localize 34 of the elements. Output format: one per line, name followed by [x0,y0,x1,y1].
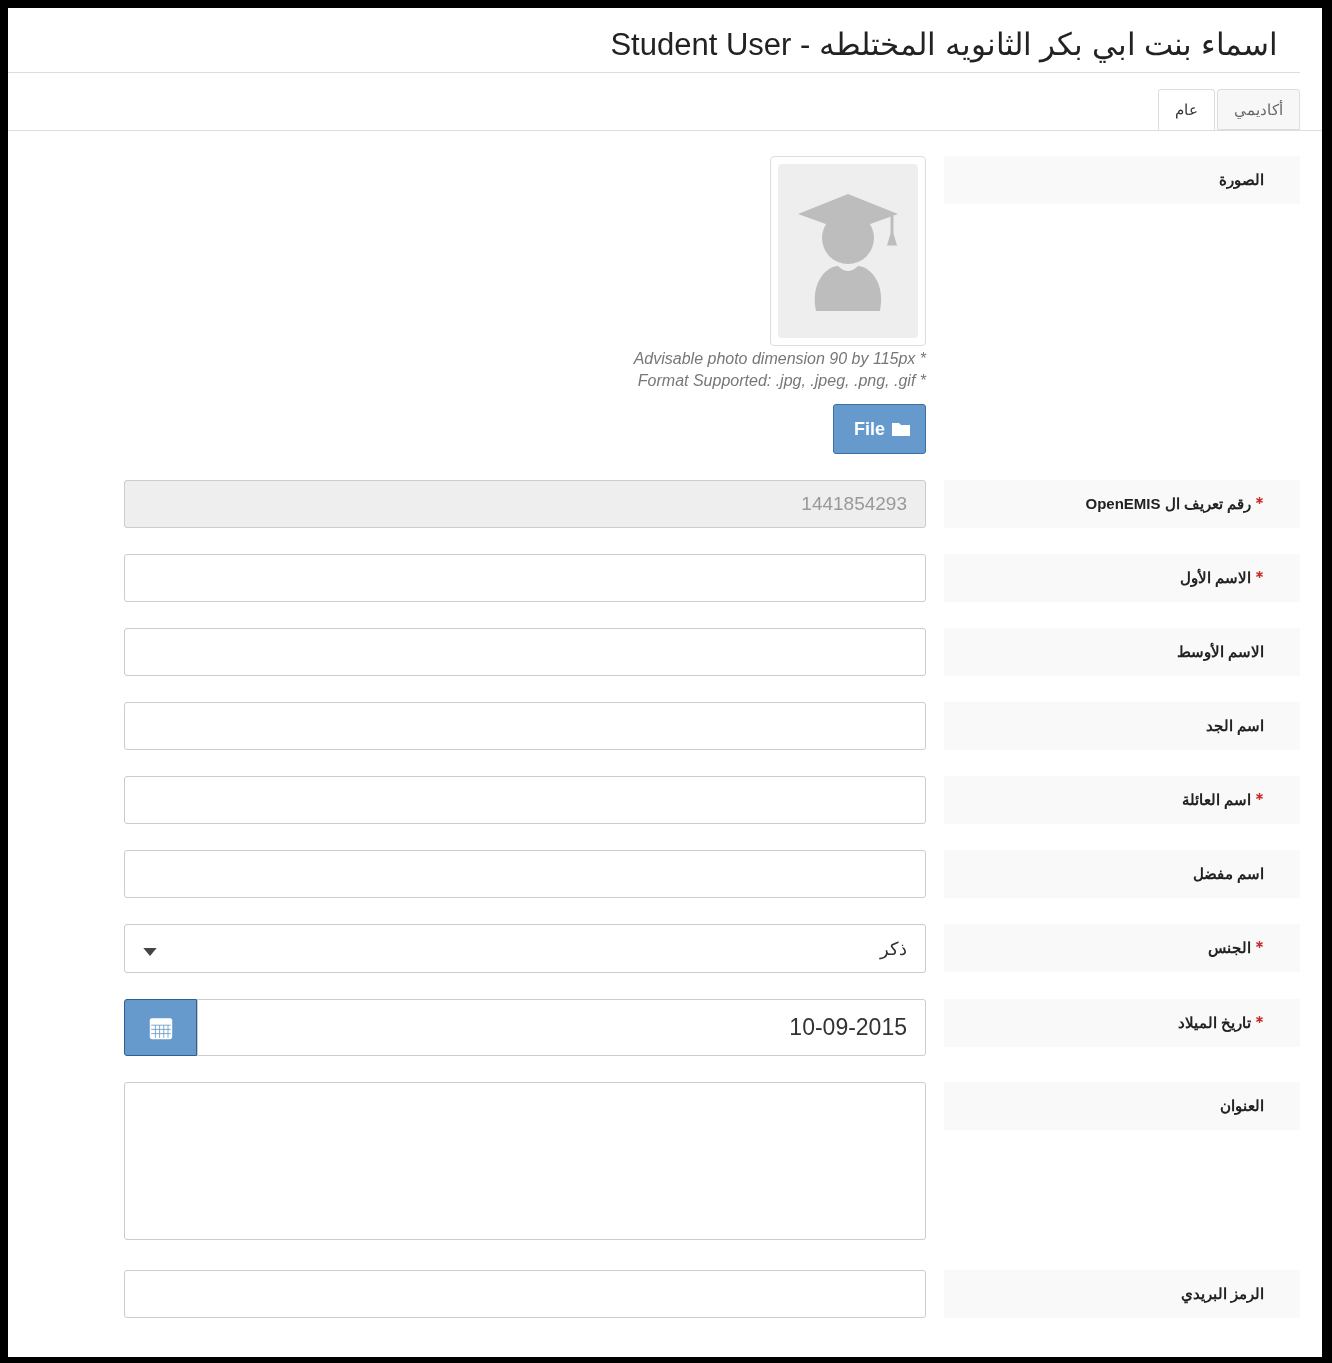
photo-hint: Advisable photo dimension 90 by 115px * [633,350,926,368]
label-text: الاسم الأول [1179,569,1251,587]
label-text: الجنس [1208,939,1251,957]
required-asterisk-icon [1255,569,1264,579]
text-input[interactable] [124,702,926,750]
tab[interactable]: عام [1158,89,1215,130]
date-input[interactable]: 10-09-2015 [197,999,926,1056]
gender-select[interactable]: ذكر [124,924,926,973]
label-text: رقم تعريف ال OpenEMIS [1085,495,1251,513]
label-text: اسم العائلة [1181,791,1251,809]
label-text: الاسم الأوسط [1176,643,1264,661]
required-asterisk-icon [1255,495,1264,505]
label-text: اسم الجد [1205,717,1264,735]
required-asterisk-icon [1255,939,1264,949]
address-textarea[interactable] [124,1082,926,1240]
required-asterisk-icon [1255,791,1264,801]
label-text: تاريخ الميلاد [1177,1014,1251,1032]
label-text: الرمز البريدي [1180,1285,1264,1303]
folder-icon [891,421,911,437]
required-asterisk-icon [1255,1014,1264,1024]
photo-hint: Format Supported: .jpg, .jpeg, .png, .gif * [637,372,926,390]
tab[interactable]: أكاديمي [1217,89,1300,130]
graduate-avatar-icon [778,164,918,338]
label-text: اسم مفضل [1192,865,1264,883]
label-text: العنوان [1220,1097,1264,1115]
page-title: اسماء بنت ابي بكر الثانويه المختلطه - Student User [8,8,1300,73]
text-input[interactable] [124,1270,926,1318]
text-input[interactable] [124,628,926,676]
text-input[interactable] [124,554,926,602]
text-input[interactable] [124,776,926,824]
text-input[interactable] [124,850,926,898]
calendar-button[interactable] [124,999,197,1056]
label-text: الصورة [1219,171,1264,189]
caret-icon [143,947,157,956]
